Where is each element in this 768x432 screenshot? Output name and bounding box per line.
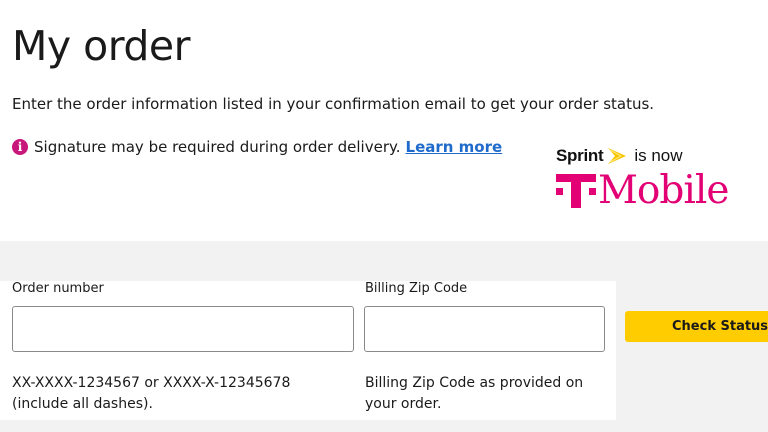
sprint-arrow-icon — [606, 147, 628, 165]
intro-text: Enter the order information listed in yo… — [12, 95, 655, 113]
brand-line-sprint: Sprint is now — [556, 146, 756, 166]
tmobile-wordmark: Mobile — [556, 170, 756, 210]
sprint-wordmark: Sprint — [556, 146, 604, 165]
order-number-input[interactable] — [12, 306, 354, 352]
learn-more-link[interactable]: Learn more — [406, 138, 503, 156]
tmobile-mobile-text: Mobile — [598, 167, 729, 213]
billing-zip-label: Billing Zip Code — [365, 281, 468, 296]
order-status-page: My order Enter the order information lis… — [0, 0, 768, 432]
billing-zip-input[interactable] — [364, 306, 605, 352]
order-number-hint: XX-XXXX-1234567 or XXXX-X-12345678 (incl… — [12, 375, 291, 412]
billing-zip-hint: Billing Zip Code as provided on your ord… — [365, 375, 584, 412]
sprint-is-now-tmobile-logo: Sprint is now Mobile — [556, 146, 756, 210]
info-icon: i — [12, 139, 28, 155]
notice-text: Signature may be required during order d… — [34, 138, 401, 156]
page-title: My order — [12, 22, 191, 70]
brand-is-now-text: is now — [634, 146, 683, 165]
signature-notice: i Signature may be required during order… — [12, 138, 502, 156]
tmobile-t-icon — [556, 170, 596, 210]
order-number-label: Order number — [12, 281, 104, 296]
check-status-button[interactable]: Check Status — [625, 311, 768, 342]
